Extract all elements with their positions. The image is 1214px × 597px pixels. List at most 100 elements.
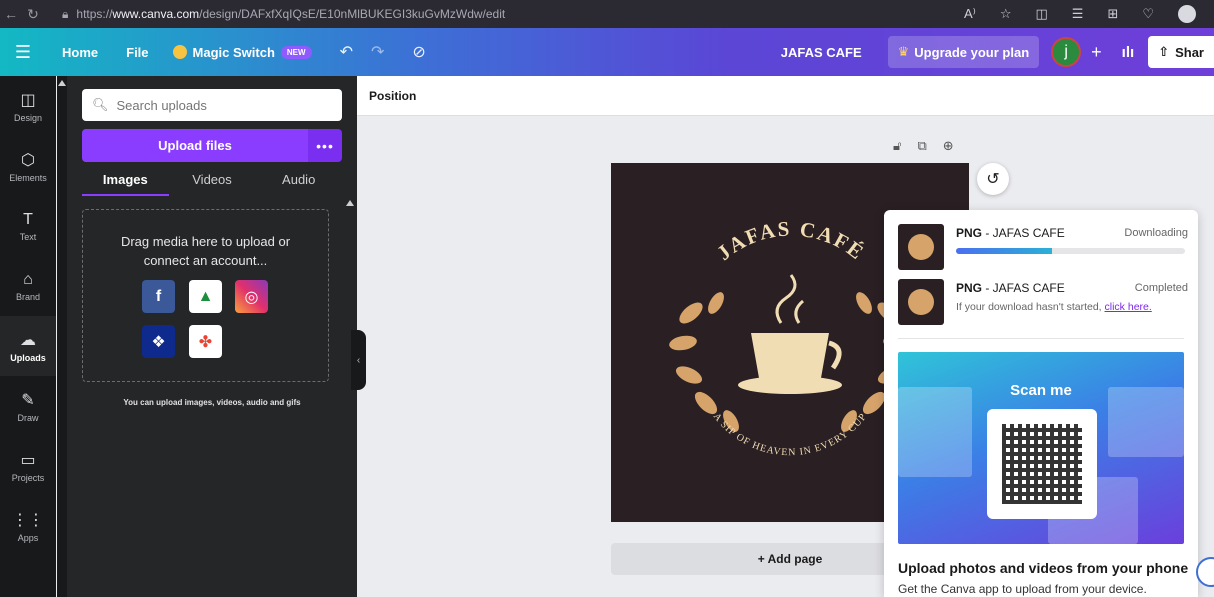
design-title[interactable]: JAFAS CAFE bbox=[781, 45, 862, 60]
text-icon: T bbox=[23, 210, 33, 228]
instagram-icon[interactable]: ◎ bbox=[235, 280, 268, 313]
share-label: Shar bbox=[1175, 44, 1204, 60]
context-toolbar: Position bbox=[357, 76, 1214, 116]
rail-item-apps[interactable]: ⋮⋮ Apps bbox=[0, 496, 56, 556]
download-progress-fill bbox=[956, 248, 1053, 254]
more-options-button[interactable]: ••• bbox=[308, 129, 342, 162]
share-button[interactable]: ⇧ Shar bbox=[1148, 36, 1214, 68]
insights-icon[interactable]: ılı bbox=[1122, 44, 1135, 61]
url-path: /design/DAFxfXqIQsE/E10nMlBUKEGI3kuGvMzW… bbox=[199, 7, 506, 21]
google-drive-icon[interactable]: ▲ bbox=[189, 280, 222, 313]
favorites-list-icon[interactable]: ☰ bbox=[1072, 6, 1084, 22]
download-name: PNG - JAFAS CAFE bbox=[956, 281, 1065, 295]
cloud-saved-icon[interactable]: ⊘ bbox=[412, 42, 425, 62]
magic-switch-button[interactable]: Magic Switch NEW bbox=[172, 44, 312, 60]
share-icon: ⇧ bbox=[1158, 44, 1170, 59]
magic-switch-label: Magic Switch bbox=[192, 44, 275, 60]
download-format: PNG bbox=[956, 281, 983, 295]
logo-thumbnail-icon bbox=[908, 289, 934, 315]
search-icon: 🔍︎ bbox=[92, 97, 109, 112]
add-collaborator-icon[interactable]: + bbox=[1091, 42, 1102, 63]
favorite-star-icon[interactable]: ☆ bbox=[1000, 6, 1012, 22]
file-menu[interactable]: File bbox=[126, 45, 148, 60]
tab-videos[interactable]: Videos bbox=[169, 170, 256, 196]
rail-item-projects[interactable]: ▭ Projects bbox=[0, 436, 56, 496]
browser-toolbar: ← ↻ 🔒︎ https://www.canva.com/design/DAFx… bbox=[0, 0, 1214, 28]
elements-icon: ⬡ bbox=[21, 151, 35, 169]
browser-actions: A⁾ ☆ ◫ ☰ ⊞ ♡ bbox=[964, 0, 1196, 28]
rail-label: Draw bbox=[17, 412, 39, 423]
drop-zone[interactable]: Drag media here to upload or connect an … bbox=[82, 209, 329, 382]
drop-instructions: Drag media here to upload or connect an … bbox=[83, 232, 328, 270]
phone-upload-promo[interactable]: Scan me bbox=[898, 352, 1184, 544]
download-popup: PNG - JAFAS CAFE Downloading PNG - JAFAS… bbox=[884, 210, 1198, 597]
promo-photo bbox=[898, 387, 972, 477]
download-filename: - JAFAS CAFE bbox=[982, 281, 1065, 295]
dropbox-icon[interactable]: ❖ bbox=[142, 325, 175, 358]
help-button[interactable] bbox=[1196, 557, 1214, 587]
qr-code-icon bbox=[1002, 424, 1082, 504]
download-status: Downloading bbox=[1124, 227, 1188, 239]
qr-code bbox=[987, 409, 1097, 519]
draw-icon: ✎ bbox=[21, 391, 35, 409]
position-button[interactable]: Position bbox=[369, 89, 416, 103]
panel-scrollbar[interactable] bbox=[343, 196, 357, 597]
folder-icon: ▭ bbox=[20, 451, 36, 469]
scroll-up-arrow-icon[interactable] bbox=[58, 80, 66, 86]
chevron-left-icon: ‹ bbox=[356, 354, 361, 366]
add-page-icon[interactable]: ⊕ bbox=[943, 138, 954, 154]
rail-item-elements[interactable]: ⬡ Elements bbox=[0, 136, 56, 196]
collapse-panel-button[interactable]: ‹ bbox=[351, 330, 366, 390]
rail-item-draw[interactable]: ✎ Draw bbox=[0, 376, 56, 436]
scroll-up-arrow-icon[interactable] bbox=[346, 200, 354, 206]
tab-images[interactable]: Images bbox=[82, 170, 169, 196]
read-aloud-icon[interactable]: A⁾ bbox=[964, 6, 976, 22]
rail-label: Text bbox=[19, 231, 37, 242]
click-here-link[interactable]: click here. bbox=[1105, 301, 1152, 313]
search-input[interactable] bbox=[116, 97, 317, 113]
home-button[interactable]: Home bbox=[62, 45, 98, 60]
canva-editor: ← ↻ 🔒︎ https://www.canva.com/design/DAFx… bbox=[0, 0, 1214, 597]
reload-icon[interactable]: ↻ bbox=[22, 6, 44, 23]
lock-icon: 🔒︎ bbox=[62, 6, 69, 21]
back-icon[interactable]: ← bbox=[0, 6, 22, 22]
address-bar[interactable]: 🔒︎ https://www.canva.com/design/DAFxfXqI… bbox=[62, 7, 505, 22]
download-item: PNG - JAFAS CAFE Downloading bbox=[898, 224, 1188, 272]
split-screen-icon[interactable]: ◫ bbox=[1035, 6, 1047, 22]
rail-item-text[interactable]: T Text bbox=[0, 196, 56, 256]
redo-icon[interactable]: ↷ bbox=[371, 42, 384, 62]
coffee-cup-icon bbox=[738, 274, 842, 394]
extensions-icon[interactable]: ♡ bbox=[1142, 6, 1154, 22]
collections-icon[interactable]: ⊞ bbox=[1107, 6, 1118, 22]
rail-item-design[interactable]: ◫ Design bbox=[0, 76, 56, 136]
download-name: PNG - JAFAS CAFE bbox=[956, 226, 1065, 240]
facebook-icon[interactable]: f bbox=[142, 280, 175, 313]
apps-grid-icon: ⋮⋮ bbox=[12, 511, 44, 529]
rail-item-brand[interactable]: ⌂ Brand bbox=[0, 256, 56, 316]
upload-files-button[interactable]: Upload files bbox=[82, 129, 308, 162]
download-help-text: If your download hasn't started, click h… bbox=[956, 301, 1152, 313]
uploads-icon: ☁ bbox=[20, 331, 36, 349]
tab-audio[interactable]: Audio bbox=[255, 170, 342, 196]
rail-label: Projects bbox=[11, 472, 45, 483]
menu-icon[interactable]: ☰ bbox=[0, 42, 46, 63]
browser-profile-avatar[interactable] bbox=[1178, 5, 1196, 23]
upgrade-button[interactable]: ♛ Upgrade your plan bbox=[887, 36, 1040, 68]
new-badge: NEW bbox=[280, 45, 312, 59]
media-tabs: Images Videos Audio bbox=[82, 170, 342, 196]
duplicate-page-icon[interactable]: ⧉ bbox=[917, 138, 926, 154]
page-tools: 🔓︎ ⧉ ⊕ bbox=[893, 138, 954, 154]
search-box[interactable]: 🔍︎ bbox=[82, 89, 342, 121]
undo-icon[interactable]: ↶ bbox=[340, 42, 353, 62]
brand-icon: ⌂ bbox=[23, 270, 33, 288]
rail-scrollbar[interactable] bbox=[57, 76, 67, 597]
rail-item-uploads[interactable]: ☁ Uploads bbox=[0, 316, 56, 376]
url-prefix: https:// bbox=[76, 7, 113, 21]
google-photos-icon[interactable]: ✤ bbox=[189, 325, 222, 358]
user-avatar[interactable]: j bbox=[1051, 37, 1082, 67]
upgrade-label: Upgrade your plan bbox=[914, 44, 1030, 60]
rail-label: Design bbox=[13, 112, 42, 123]
magic-refresh-button[interactable]: ↺ bbox=[977, 163, 1009, 195]
rail-label: Uploads bbox=[10, 352, 46, 363]
lock-icon[interactable]: 🔓︎ bbox=[893, 138, 901, 154]
